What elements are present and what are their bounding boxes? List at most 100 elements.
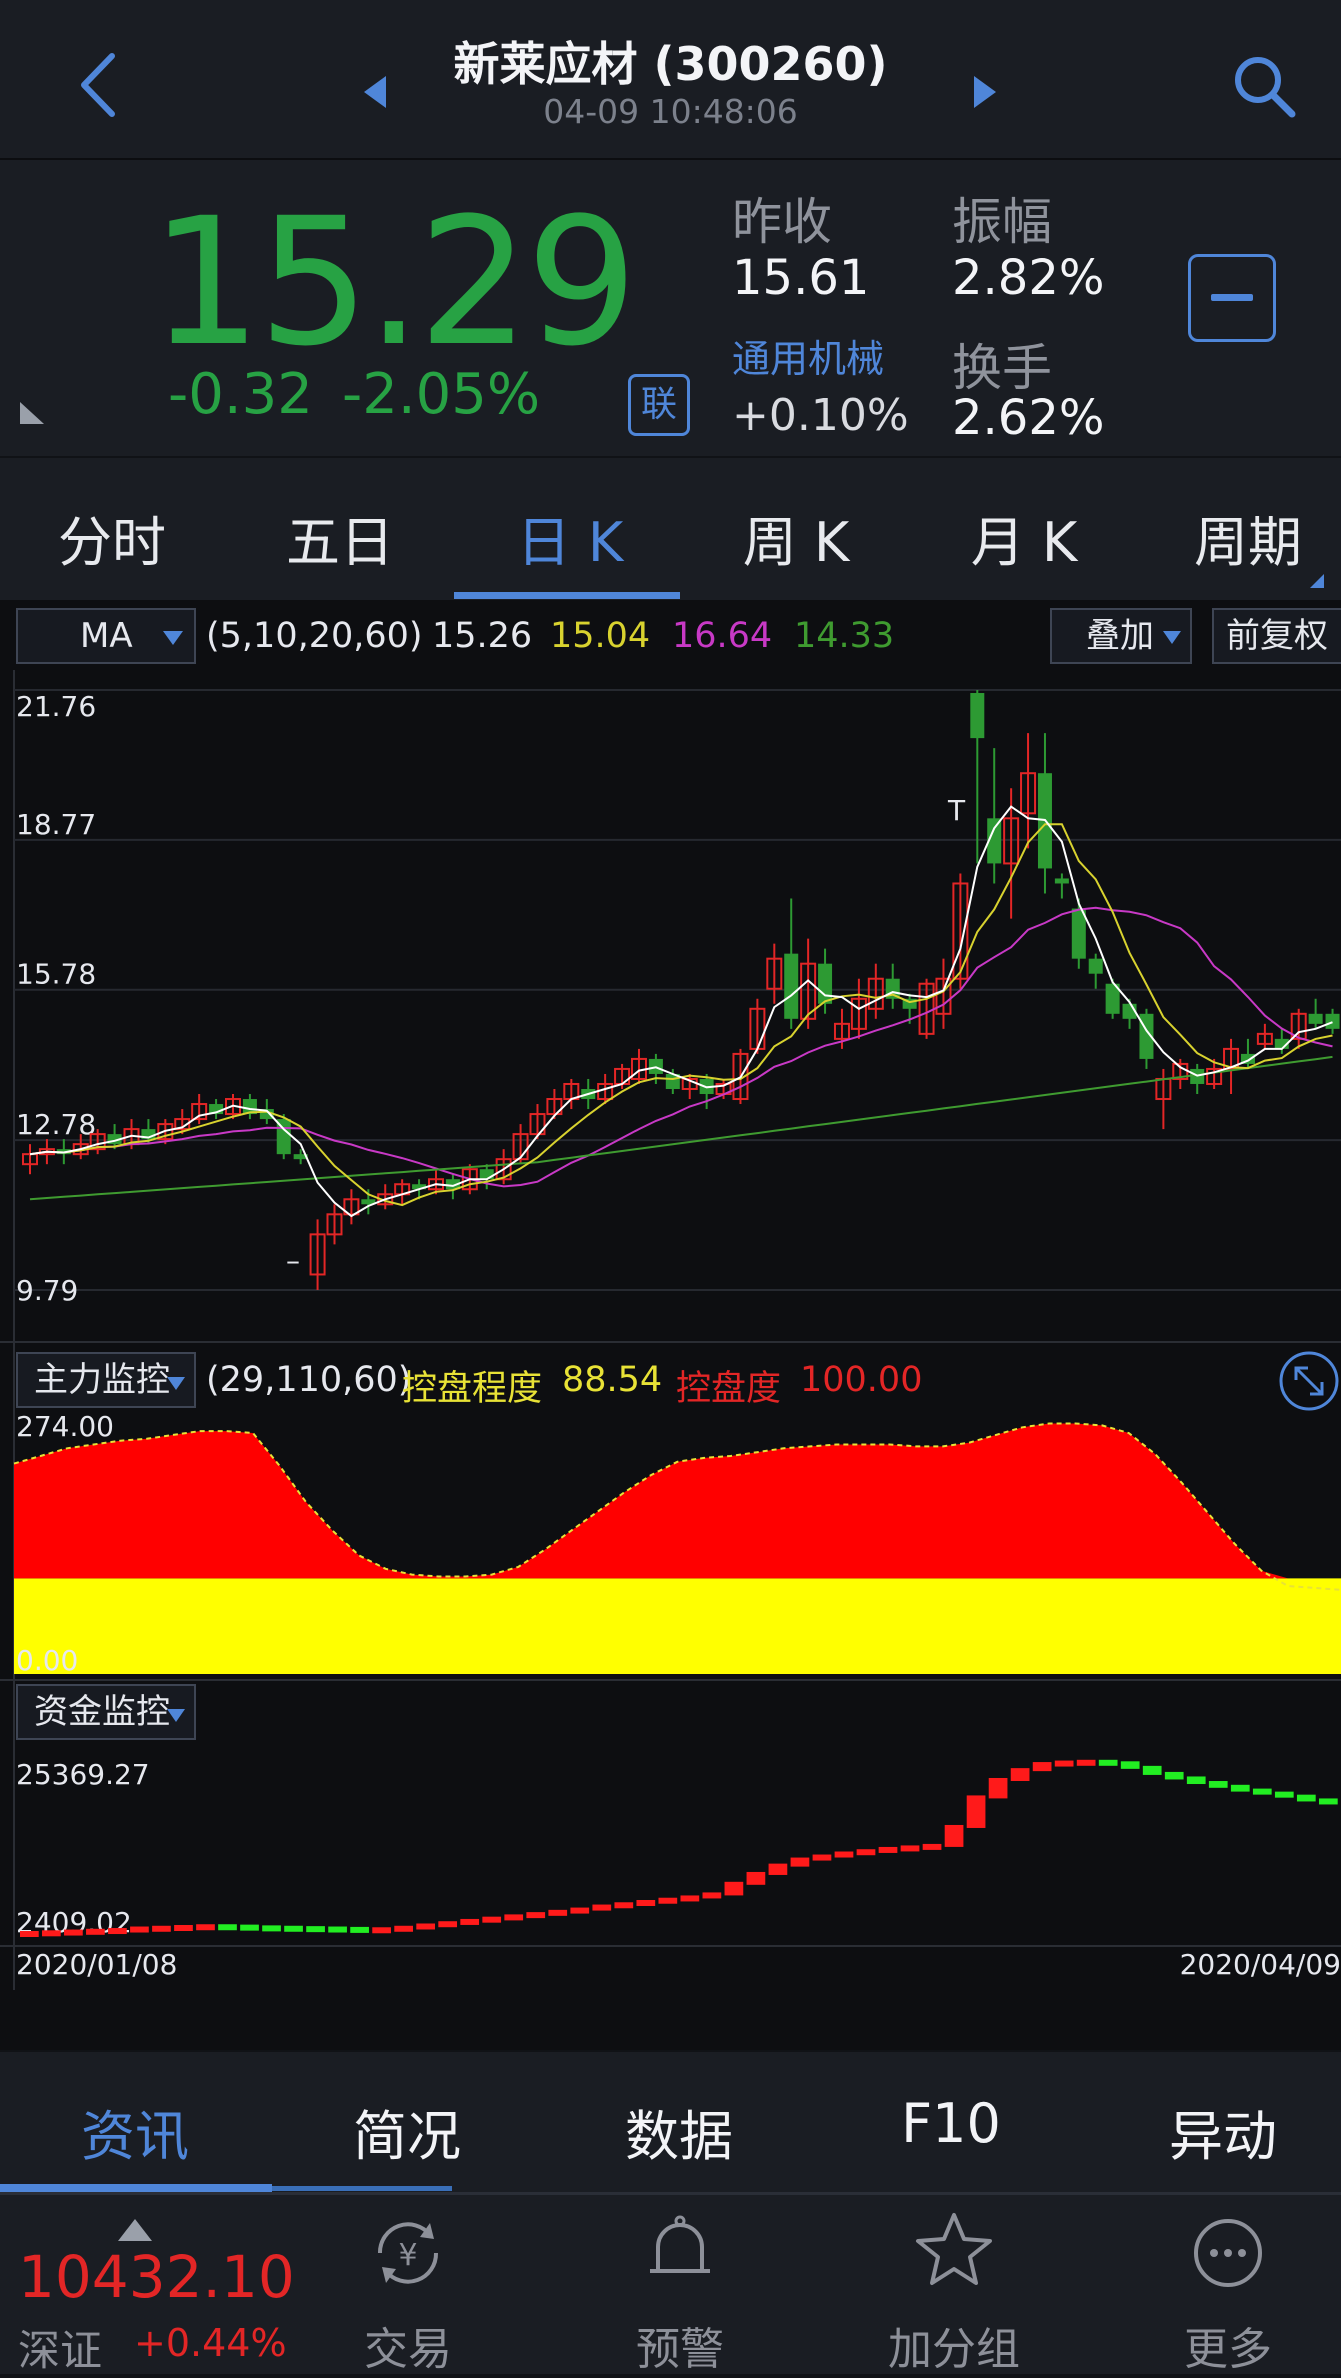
high-marker-label: T — [947, 794, 966, 827]
fund-bar — [922, 1843, 942, 1850]
ma5-value: 15.26 — [432, 616, 533, 656]
fund-bar — [86, 1928, 105, 1935]
candle-body — [970, 693, 985, 739]
fund-axis-max: 25369.27 — [16, 1758, 150, 1791]
tab-overview[interactable]: 简况 — [272, 2092, 542, 2171]
fund-bar — [1252, 1788, 1272, 1795]
overlay-button[interactable]: 叠加 — [1050, 608, 1192, 664]
control-level-label: 控盘程度 — [402, 1369, 543, 1409]
prev-close-value: 15.61 — [732, 250, 870, 306]
candle-body — [1325, 1013, 1340, 1029]
star-icon[interactable] — [914, 2209, 994, 2289]
ma5-line — [29, 805, 1333, 1218]
chevron-down-icon — [1163, 631, 1181, 644]
fund-bar — [944, 1824, 964, 1847]
amplitude-label: 振幅 — [952, 193, 1052, 251]
fund-bar — [1318, 1798, 1338, 1805]
fund-bar — [240, 1924, 259, 1931]
fund-bar — [1186, 1776, 1206, 1785]
candle-body — [1071, 908, 1086, 959]
fund-bar — [350, 1926, 369, 1933]
more-label[interactable]: 更多 — [1128, 2313, 1328, 2377]
fund-bar — [218, 1924, 237, 1931]
fund-bar — [548, 1909, 568, 1916]
tab-daily-k[interactable]: 日 K — [480, 498, 660, 577]
control-level-value: 88.54 — [562, 1360, 663, 1400]
trade-icon[interactable]: ¥ — [368, 2213, 448, 2293]
main-force-title: 主力监控 — [34, 1360, 170, 1400]
linked-badge[interactable]: 联 — [628, 374, 690, 436]
fund-bar — [482, 1916, 502, 1923]
alert-label[interactable]: 预警 — [580, 2313, 780, 2377]
indicator-select[interactable]: MA — [16, 608, 196, 664]
tab-period[interactable]: 周期 — [1158, 498, 1338, 577]
chart-canvas[interactable]: 21.76 18.77 15.78 12.78 9.79 T – 274.00 0.00 2536… — [0, 670, 1341, 2050]
tab-movement[interactable]: 异动 — [1088, 2092, 1341, 2171]
fund-bar — [1164, 1771, 1184, 1780]
fund-bar — [1032, 1762, 1052, 1772]
sector-link[interactable]: 通用机械 — [732, 328, 884, 383]
control-area — [14, 1423, 1341, 1579]
fund-bar — [680, 1895, 700, 1902]
bell-icon[interactable] — [640, 2209, 720, 2289]
period-tabs: 分时 五日 日 K 周 K 月 K 周期 — [0, 458, 1341, 600]
fund-bar — [1054, 1760, 1074, 1767]
fund-bar — [196, 1924, 215, 1931]
fund-monitor-select[interactable]: 资金监控 — [16, 1684, 196, 1740]
fund-bar — [834, 1851, 854, 1858]
candle-body — [479, 1169, 494, 1180]
fund-bar — [262, 1925, 281, 1932]
tab-data[interactable]: 数据 — [544, 2092, 814, 2171]
fund-bar — [1230, 1784, 1250, 1792]
more-icon[interactable] — [1188, 2213, 1268, 2293]
date-axis-start: 2020/01/08 — [16, 1948, 177, 1981]
main-force-params: (29,110,60) — [206, 1360, 412, 1400]
chart-area: MA (5,10,20,60) 15.26 15.04 16.64 14.33 … — [0, 600, 1341, 2050]
tab-weekly-k[interactable]: 周 K — [706, 498, 886, 577]
fund-bar — [394, 1925, 413, 1932]
price-adjust-button[interactable]: 前复权 — [1212, 608, 1341, 664]
footer-bar: 10432.10 深证 +0.44% ¥ 交易 预警 加分组 更多 — [0, 2192, 1341, 2377]
chevron-down-icon — [167, 1377, 185, 1390]
tab-five-day[interactable]: 五日 — [250, 498, 430, 577]
tab-monthly-k[interactable]: 月 K — [934, 498, 1114, 577]
fund-monitor-title: 资金监控 — [34, 1692, 170, 1732]
ma10-value: 15.04 — [550, 616, 651, 656]
index-value[interactable]: 10432.10 — [18, 2243, 295, 2311]
active-info-tab-indicator — [0, 2184, 272, 2192]
price-axis-label: 18.77 — [16, 808, 96, 841]
tab-intraday[interactable]: 分时 — [22, 498, 202, 577]
fund-bar — [438, 1921, 458, 1928]
fund-bar — [900, 1845, 920, 1852]
prev-close-label: 昨收 — [732, 193, 832, 251]
collapse-button[interactable] — [1188, 254, 1276, 342]
baseline-band — [14, 1578, 1341, 1674]
candle-body — [818, 963, 833, 1004]
fund-bar — [768, 1863, 788, 1875]
chevron-down-icon — [163, 631, 183, 645]
expand-up-icon[interactable] — [116, 2217, 154, 2243]
price-axis-label: 15.78 — [16, 958, 96, 991]
expand-icon[interactable] — [1278, 1350, 1340, 1412]
candle-body — [784, 953, 799, 1019]
last-price: 15.29 — [150, 180, 638, 385]
trade-label[interactable]: 交易 — [308, 2313, 508, 2377]
tab-news[interactable]: 资讯 — [0, 2092, 270, 2171]
fund-bar — [64, 1929, 83, 1936]
fund-bar — [152, 1925, 171, 1932]
search-icon[interactable] — [1230, 52, 1300, 122]
chevron-down-icon — [167, 1709, 185, 1722]
quote-panel: 15.29 -0.32 -2.05% 联 昨收 15.61 通用机械 +0.10… — [0, 160, 1341, 456]
add-group-label[interactable]: 加分组 — [854, 2313, 1054, 2377]
main-force-monitor-select[interactable]: 主力监控 — [16, 1352, 196, 1408]
fund-bar — [372, 1927, 391, 1934]
fund-bar — [724, 1881, 744, 1896]
svg-text:¥: ¥ — [398, 2238, 417, 2273]
fund-bar — [328, 1926, 347, 1933]
dropdown-corner-icon — [1310, 574, 1324, 588]
next-stock-icon[interactable] — [970, 74, 1000, 110]
candle-body — [1088, 958, 1103, 974]
tab-f10[interactable]: F10 — [816, 2092, 1086, 2155]
ma20-value: 16.64 — [672, 616, 773, 656]
fund-bar — [1274, 1791, 1294, 1798]
